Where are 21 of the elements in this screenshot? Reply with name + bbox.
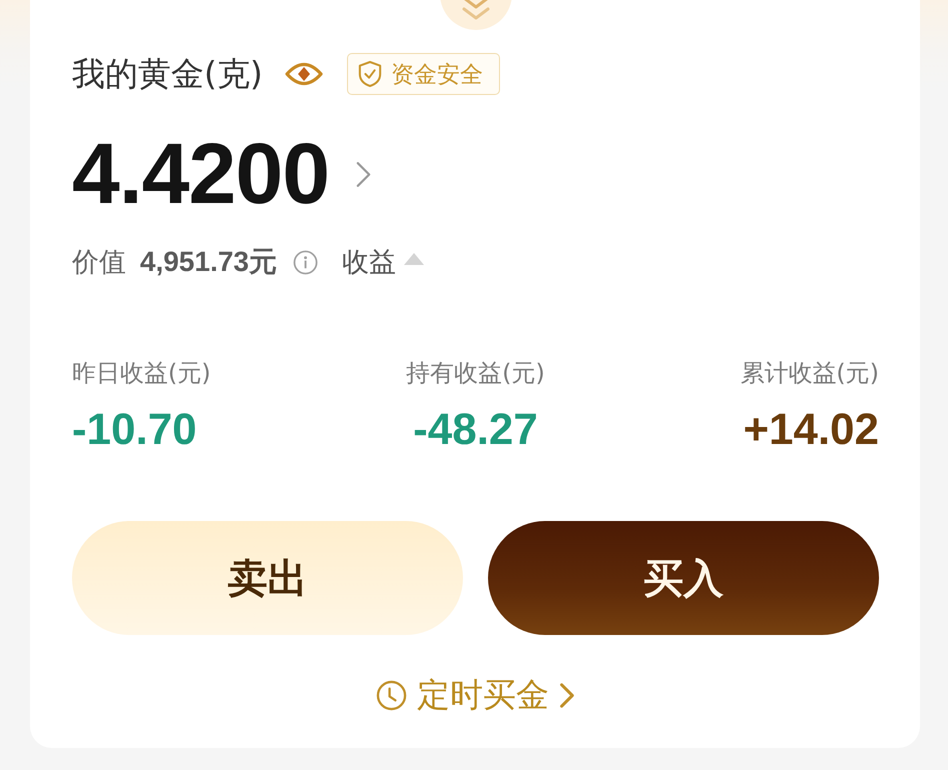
stat-value: -48.27 [413,405,538,455]
stat-value: +14.02 [743,405,879,455]
earnings-toggle[interactable]: 收益 [342,244,424,280]
chevron-right-icon[interactable] [355,160,372,188]
chevron-right-icon [559,682,575,708]
stat-label: 昨日收益(元) [72,358,211,389]
stat-label: 累计收益(元) [740,358,879,389]
value-label: 价值 [72,246,126,280]
clock-icon [376,680,407,710]
chevron-double-icon[interactable] [440,0,512,32]
badge-label: 资金安全 [390,60,483,90]
holding-amount: 4.4200 [72,125,330,224]
shield-check-icon [358,60,382,88]
info-icon[interactable] [293,250,318,274]
stat-label: 持有收益(元) [406,358,545,389]
buy-button[interactable]: 买入 [488,521,879,635]
sell-button[interactable]: 卖出 [72,521,463,635]
stat-value: -10.70 [72,405,197,455]
value-amount: 4,951.73元 [140,245,277,279]
eye-icon[interactable] [284,61,323,87]
section-title: 我的黄金(克) [72,53,263,95]
